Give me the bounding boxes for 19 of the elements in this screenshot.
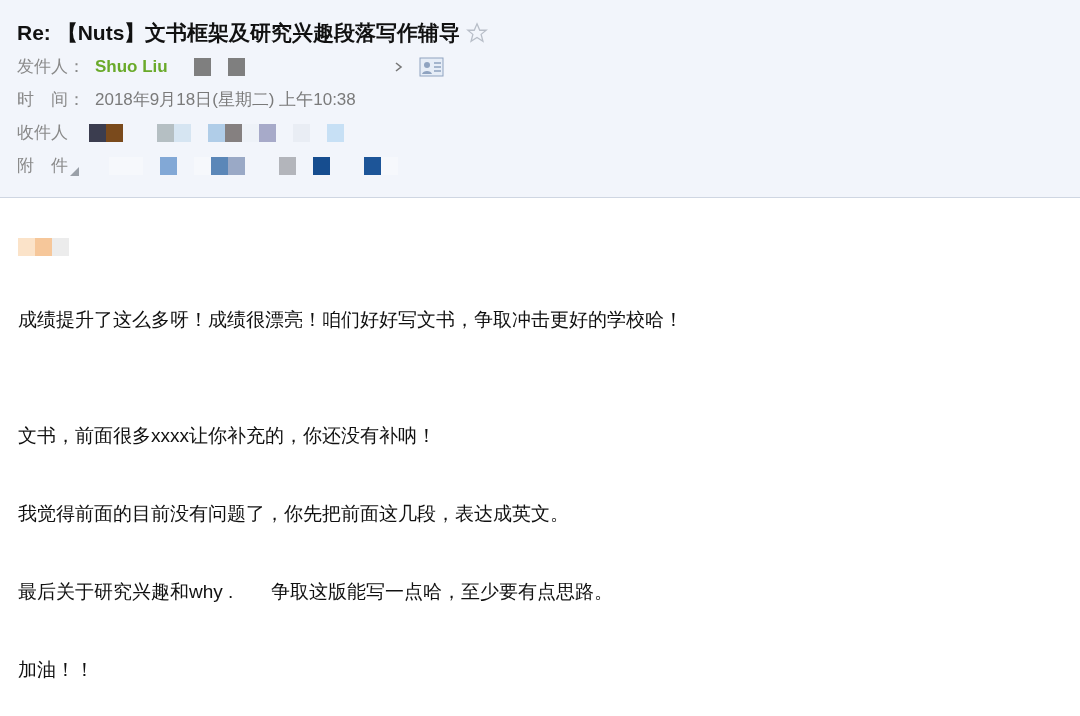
sent-time: 2018年9月18日(星期二) 上午10:38 [95,89,356,112]
paragraph: 我觉得前面的目前没有问题了，你先把前面这几段，表达成英文。 [18,502,570,526]
redaction-mosaic [193,58,211,76]
contact-card-icon[interactable] [418,57,444,77]
field-label: 附 件 [17,155,68,178]
star-icon[interactable] [466,22,489,44]
paragraph: 文书，前面很多xxxx让你补充的，你还没有补呐！ [18,424,437,448]
dropdown-icon[interactable] [70,166,79,176]
field-label: 时 间： [17,89,85,112]
greeting-redaction [18,238,69,256]
redaction-mosaic [227,58,245,76]
email-subject: Re: 【Nuts】文书框架及研究兴趣段落写作辅导 [17,20,461,47]
paragraph: 最后关于研究兴趣和why . 争取这版能写一点哈，至少要有点思路。 [18,580,615,604]
chevron-icon[interactable] [394,62,403,72]
paragraph: 成绩提升了这么多呀！成绩很漂亮！咱们好好写文书，争取冲击更好的学校哈！ [18,308,684,332]
sender-name[interactable]: Shuo Liu [95,54,168,80]
field-label: 发件人： [17,56,85,79]
paragraph: 加油！！ [18,658,95,682]
field-label: 收件人 [17,122,68,145]
